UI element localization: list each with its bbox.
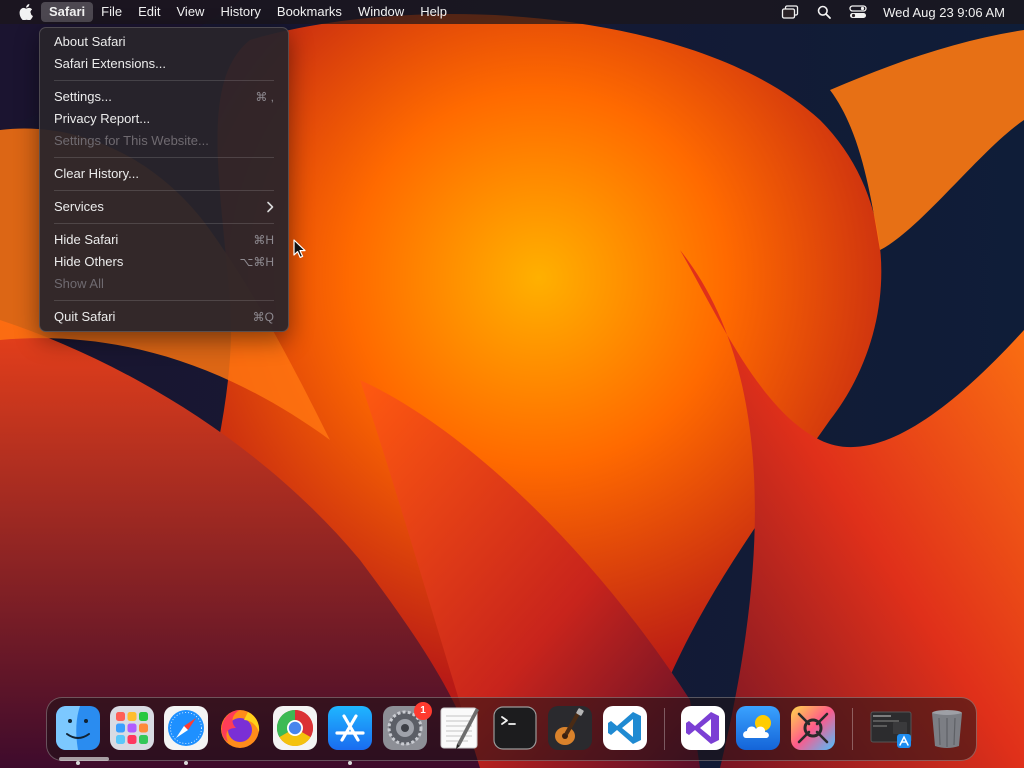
menu-separator <box>54 190 274 191</box>
menu-item-safari-extensions[interactable]: Safari Extensions... <box>45 53 283 75</box>
desktop: Safari File Edit View History Bookmarks … <box>0 0 1024 768</box>
menu-item-hide-others[interactable]: Hide Others ⌥⌘H <box>45 251 283 273</box>
chevron-right-icon <box>267 201 274 213</box>
menu-item-label: Settings for This Website... <box>54 133 209 148</box>
dock-app-downloads-stack[interactable] <box>869 706 913 750</box>
menu-item-shortcut: ⌥⌘H <box>239 255 275 269</box>
safari-icon <box>164 706 208 750</box>
menu-item-about-safari[interactable]: About Safari <box>45 31 283 53</box>
dock-scroll-indicator <box>59 757 109 761</box>
menu-separator <box>54 80 274 81</box>
search-icon[interactable] <box>812 2 836 22</box>
dock-app-launchpad[interactable] <box>110 706 154 750</box>
menu-bar-extras: Wed Aug 23 9:06 AM <box>773 0 1024 24</box>
running-indicator <box>348 761 352 765</box>
menu-item-settings[interactable]: Settings... ⌘ , <box>45 86 283 108</box>
dock-app-firefox[interactable] <box>218 706 262 750</box>
dock-app-app-store[interactable] <box>328 706 372 765</box>
menu-item-shortcut: ⌘H <box>253 233 274 247</box>
menu-item-quit-safari[interactable]: Quit Safari ⌘Q <box>45 306 283 328</box>
menu-item-show-all: Show All <box>45 273 283 295</box>
menu-item-label: About Safari <box>54 34 126 49</box>
menu-item-label: Show All <box>54 276 104 291</box>
menu-bar: Safari File Edit View History Bookmarks … <box>0 0 1024 24</box>
trash-icon <box>932 710 962 748</box>
dock-app-system-settings[interactable]: 1 <box>383 702 432 750</box>
menu-bookmarks[interactable]: Bookmarks <box>269 2 350 22</box>
dock-app-textedit[interactable] <box>438 706 482 750</box>
firefox-icon <box>221 710 260 748</box>
menu-item-label: Quit Safari <box>54 309 116 324</box>
terminal-icon <box>493 706 537 750</box>
menu-item-label: Hide Others <box>54 254 124 269</box>
dock-app-vscode[interactable] <box>603 706 647 750</box>
running-indicator <box>184 761 188 765</box>
menu-item-privacy-report[interactable]: Privacy Report... <box>45 108 283 130</box>
chrome-icon <box>273 706 317 750</box>
dock-app-weather[interactable] <box>736 706 780 750</box>
dock-app-finder[interactable] <box>56 706 100 765</box>
menu-item-label: Settings... <box>54 89 112 104</box>
garageband-icon <box>548 706 592 750</box>
menu-item-settings-for-website: Settings for This Website... <box>45 130 283 152</box>
textedit-icon <box>440 707 479 749</box>
weather-icon <box>736 706 780 750</box>
window-stack-icon[interactable] <box>778 2 802 22</box>
menu-window[interactable]: Window <box>350 2 412 22</box>
dock-app-safari[interactable] <box>164 706 208 765</box>
finder-icon <box>56 706 100 750</box>
menu-item-label: Safari Extensions... <box>54 56 166 71</box>
menu-view[interactable]: View <box>169 2 213 22</box>
menu-item-shortcut: ⌘Q <box>252 310 274 324</box>
menu-item-label: Services <box>54 199 104 214</box>
dock-app-garageband[interactable] <box>548 706 592 750</box>
menu-help[interactable]: Help <box>412 2 455 22</box>
dock-app-color-picker[interactable] <box>791 706 835 750</box>
vscode-icon <box>603 706 647 750</box>
dock-app-chrome[interactable] <box>273 706 317 750</box>
app-store-icon <box>328 706 372 750</box>
menu-history[interactable]: History <box>212 2 268 22</box>
menu-item-label: Clear History... <box>54 166 139 181</box>
mouse-cursor-icon <box>293 239 306 258</box>
dock-separator <box>852 708 853 750</box>
color-picker-icon <box>791 706 835 750</box>
visual-studio-icon <box>681 706 725 750</box>
dock-separator <box>664 708 665 750</box>
menu-edit[interactable]: Edit <box>130 2 168 22</box>
launchpad-icon <box>110 706 154 750</box>
notification-badge: 1 <box>414 702 432 720</box>
dock: 1 <box>46 697 977 765</box>
menu-file[interactable]: File <box>93 2 130 22</box>
menu-separator <box>54 300 274 301</box>
menu-item-services[interactable]: Services <box>45 196 283 218</box>
dock-app-terminal[interactable] <box>493 706 537 750</box>
menu-bar-clock[interactable]: Wed Aug 23 9:06 AM <box>883 5 1005 20</box>
menu-item-hide-safari[interactable]: Hide Safari ⌘H <box>45 229 283 251</box>
downloads-stack-icon <box>870 711 912 748</box>
running-indicator <box>76 761 80 765</box>
apple-menu-icon[interactable] <box>17 2 35 22</box>
menu-item-label: Hide Safari <box>54 232 119 247</box>
dock-app-trash[interactable] <box>925 706 969 750</box>
safari-app-menu: About Safari Safari Extensions... Settin… <box>39 27 289 332</box>
menu-separator <box>54 157 274 158</box>
menu-item-clear-history[interactable]: Clear History... <box>45 163 283 185</box>
menu-app-safari[interactable]: Safari <box>41 2 94 22</box>
dock-app-visual-studio[interactable] <box>681 706 725 750</box>
menu-item-shortcut: ⌘ , <box>255 90 274 104</box>
menu-separator <box>54 223 274 224</box>
control-center-icon[interactable] <box>846 2 870 22</box>
menu-item-label: Privacy Report... <box>54 111 151 126</box>
